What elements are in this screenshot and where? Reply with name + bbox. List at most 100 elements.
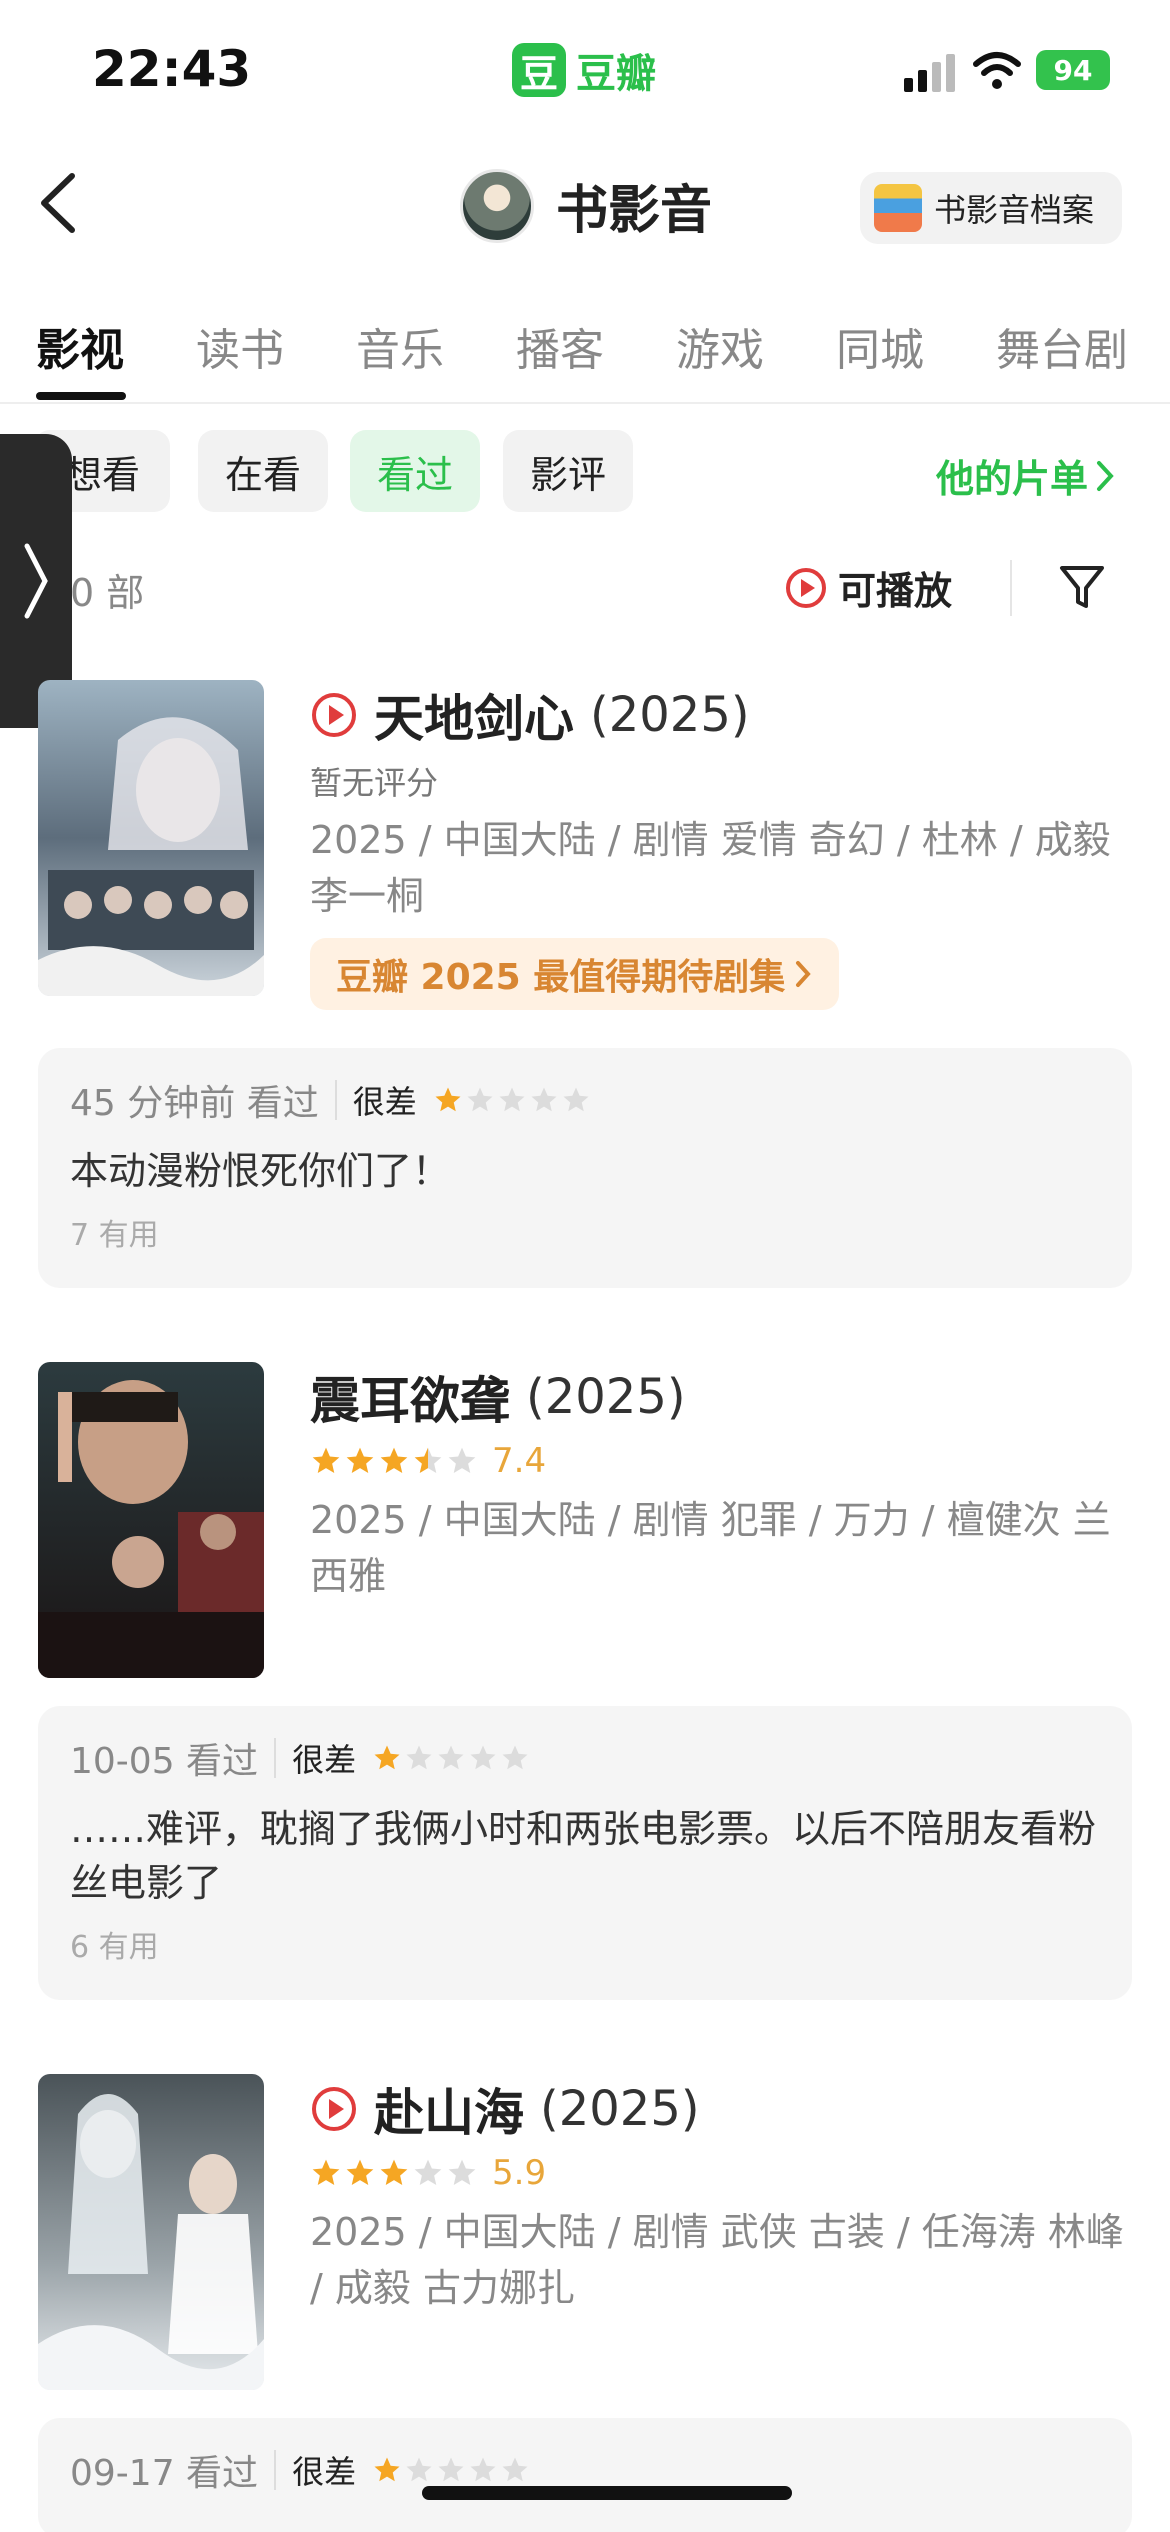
status-bar: 22:43 豆 豆瓣 94: [0, 0, 1170, 150]
star-icon: [448, 1447, 476, 1473]
movie-card[interactable]: 赴山海 (2025) 5.9 2025 / 中国大陆 / 剧情 武侠 古装 / …: [38, 2074, 1132, 2394]
douban-stars: [310, 2157, 478, 2189]
chevron-right-icon: [1097, 460, 1114, 491]
movie-info: 赴山海 (2025) 5.9 2025 / 中国大陆 / 剧情 武侠 古装 / …: [310, 2074, 1132, 2316]
category-tabs: 影视 读书 音乐 播客 游戏 同城 舞台剧: [0, 300, 1170, 404]
divider: [1010, 560, 1012, 616]
review-text: 本动漫粉恨死你们了！: [70, 1149, 451, 1193]
star-icon: [448, 2159, 476, 2185]
play-circle-icon: [786, 567, 826, 608]
douban-logo-icon: 豆: [512, 43, 566, 97]
archive-button[interactable]: 书影音档案: [860, 172, 1122, 244]
review-card[interactable]: 45 分钟前 看过 很差 本动漫粉恨死你们了！ 7 有用: [38, 1048, 1132, 1288]
battery-indicator: 94: [1036, 50, 1110, 90]
my-list-link[interactable]: 他的片单: [936, 448, 1116, 503]
star-icon: [435, 1087, 461, 1112]
rating-label: 很差: [292, 2453, 357, 2491]
movie-card[interactable]: 震耳欲聋 (2025) 7.4 2025 / 中国大陆 / 剧情 犯罪 / 万力…: [38, 1362, 1132, 1682]
star-icon: [502, 1745, 528, 1770]
chip-watched[interactable]: 看过: [350, 430, 480, 512]
chevron-right-icon: [24, 543, 48, 619]
star-icon: [470, 2457, 496, 2482]
star-icon: [380, 2159, 408, 2185]
clock: 22:43: [92, 40, 252, 98]
my-list-label: 他的片单: [936, 457, 1089, 501]
page-title: 书影音: [556, 181, 713, 241]
separator: [274, 2450, 277, 2490]
star-icon: [470, 1745, 496, 1770]
star-icon: [406, 1745, 432, 1770]
movie-title[interactable]: 赴山海: [374, 2073, 524, 2145]
user-stars: [372, 2455, 530, 2485]
star-icon: [531, 1087, 557, 1112]
movie-title[interactable]: 天地剑心: [374, 679, 574, 751]
movie-card[interactable]: 天地剑心 (2025) 暂无评分 2025 / 中国大陆 / 剧情 爱情 奇幻 …: [38, 680, 1132, 1010]
useful-count[interactable]: 6 有用: [70, 1922, 1100, 1966]
tab-music[interactable]: 音乐: [356, 314, 444, 378]
filter-icon[interactable]: [1058, 562, 1106, 612]
star-icon: [499, 1087, 525, 1112]
star-icon: [406, 2457, 432, 2482]
review-card[interactable]: 10-05 看过 很差 ……难评，耽搁了我俩小时和两张电影票。以后不陪朋友看粉丝…: [38, 1706, 1132, 2000]
user-stars: [433, 1085, 591, 1115]
movie-year: (2025): [590, 687, 750, 743]
movie-meta: 2025 / 中国大陆 / 剧情 爱情 奇幻 / 杜林 / 成毅 李一桐: [310, 818, 1111, 918]
star-icon: [346, 2159, 374, 2185]
promo-badge[interactable]: 豆瓣 2025 最值得期待剧集: [310, 938, 840, 1010]
star-icon: [563, 1087, 589, 1112]
avatar[interactable]: [460, 168, 534, 243]
star-icon: [414, 1447, 442, 1473]
signal-icon: [904, 52, 956, 92]
user-stars: [372, 1743, 530, 1773]
playable-label: 可播放: [838, 569, 953, 613]
star-icon: [502, 2457, 528, 2482]
star-icon: [312, 2159, 340, 2185]
star-icon: [374, 1745, 400, 1770]
separator: [334, 1080, 337, 1120]
douban-score: 5.9: [492, 2153, 547, 2193]
douban-score: 7.4: [492, 1441, 547, 1481]
watched-time: 10-05 看过: [70, 1741, 259, 1782]
star-icon: [374, 2457, 400, 2482]
movie-title[interactable]: 震耳欲聋: [310, 1361, 510, 1433]
item-count: 0 部: [70, 571, 145, 615]
promo-label: 豆瓣 2025 最值得期待剧集: [336, 957, 786, 998]
star-icon: [414, 2159, 442, 2185]
app-name: 豆瓣: [576, 51, 656, 97]
play-circle-icon: [312, 2087, 356, 2131]
back-arrow-icon[interactable]: [30, 168, 90, 238]
movie-year: (2025): [526, 1369, 686, 1425]
archive-label: 书影音档案: [934, 191, 1095, 229]
tab-stage[interactable]: 舞台剧: [996, 314, 1128, 378]
watched-time: 09-17 看过: [70, 2453, 259, 2494]
tab-games[interactable]: 游戏: [676, 314, 764, 378]
chip-reviews[interactable]: 影评: [503, 430, 633, 512]
playable-filter[interactable]: 可播放: [784, 560, 952, 615]
tab-local[interactable]: 同城: [836, 314, 924, 378]
douban-stars: [310, 1445, 478, 1477]
chip-watching[interactable]: 在看: [198, 430, 328, 512]
star-icon: [346, 1447, 374, 1473]
review-text: ……难评，耽搁了我俩小时和两张电影票。以后不陪朋友看粉丝电影了: [70, 1807, 1097, 1905]
archive-icon: [874, 184, 922, 232]
tab-podcast[interactable]: 播客: [516, 314, 604, 378]
star-icon: [438, 2457, 464, 2482]
movie-year: (2025): [540, 2081, 700, 2137]
rating-label: 很差: [352, 1083, 417, 1121]
wifi-icon: [973, 52, 1021, 89]
poster-image[interactable]: [38, 1362, 264, 1678]
poster-image[interactable]: [38, 680, 264, 996]
poster-image[interactable]: [38, 2074, 264, 2390]
home-indicator[interactable]: [422, 2486, 792, 2500]
review-card[interactable]: 09-17 看过 很差: [38, 2418, 1132, 2532]
play-circle-icon: [312, 693, 356, 737]
star-icon: [380, 1447, 408, 1473]
movie-info: 震耳欲聋 (2025) 7.4 2025 / 中国大陆 / 剧情 犯罪 / 万力…: [310, 1362, 1132, 1604]
tab-books[interactable]: 读书: [196, 314, 284, 378]
tab-film[interactable]: 影视: [36, 314, 124, 378]
star-icon: [467, 1087, 493, 1112]
movie-meta: 2025 / 中国大陆 / 剧情 武侠 古装 / 任海涛 林峰 / 成毅 古力娜…: [310, 2210, 1124, 2310]
rating-label: 很差: [292, 1741, 357, 1779]
useful-count[interactable]: 7 有用: [70, 1210, 1100, 1254]
profile-header[interactable]: 书影音: [460, 168, 712, 243]
